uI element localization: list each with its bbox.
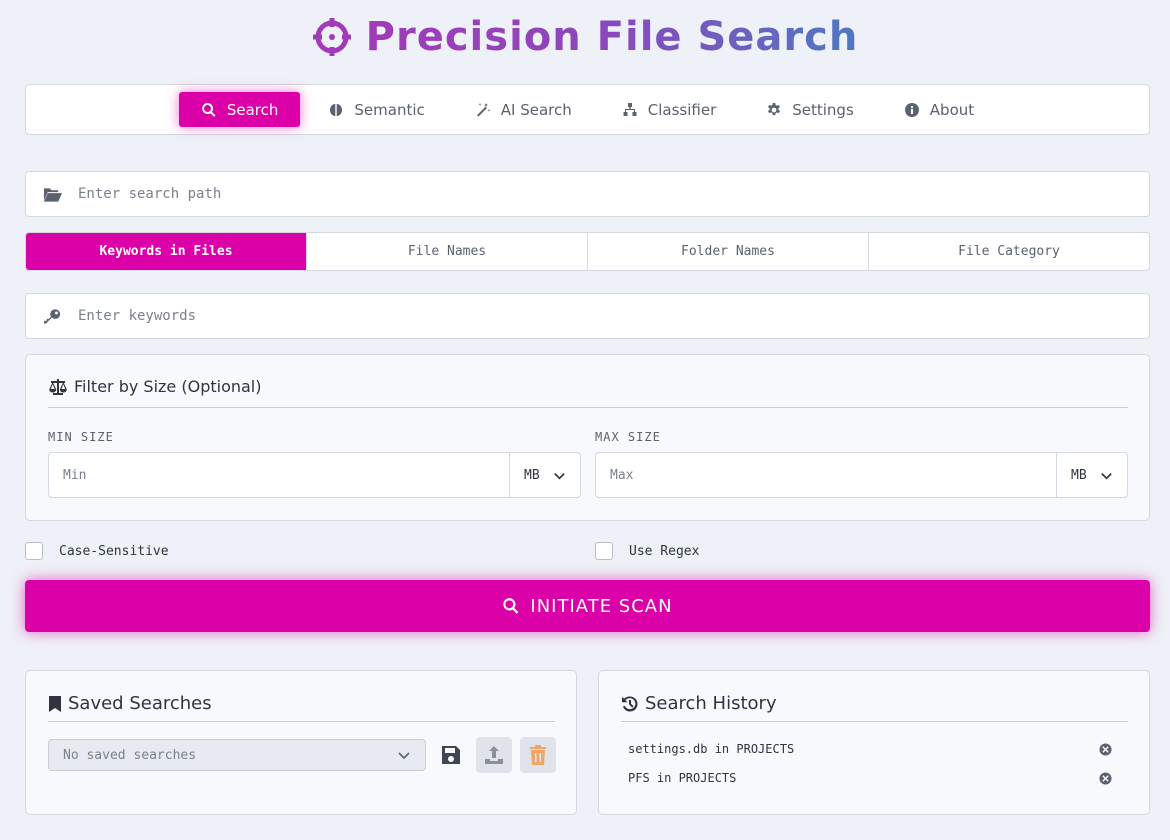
trash-icon: [530, 745, 546, 765]
initiate-scan-button[interactable]: INITIATE SCAN: [25, 580, 1150, 632]
saved-searches-value: No saved searches: [63, 747, 197, 763]
crosshair-icon: [312, 18, 351, 56]
size-filter-title: Filter by Size (Optional): [74, 377, 262, 396]
tab-classifier[interactable]: Classifier: [600, 92, 738, 127]
main-nav: Search Semantic AI Search Classifier Set…: [25, 84, 1150, 135]
mode-folder-names[interactable]: Folder Names: [587, 233, 868, 270]
sitemap-icon: [623, 102, 637, 116]
max-size-unit-value: MB: [1071, 467, 1087, 483]
history-item-label: PFS in PROJECTS: [628, 771, 737, 785]
info-icon: [904, 102, 919, 117]
remove-circle-icon[interactable]: [1099, 771, 1112, 785]
tab-settings-label: Settings: [792, 100, 854, 119]
search-icon: [202, 102, 216, 117]
bookmark-icon: [49, 695, 61, 712]
folder-open-icon: [43, 187, 62, 202]
initiate-scan-label: INITIATE SCAN: [530, 595, 673, 617]
divider: [48, 721, 555, 722]
mode-keywords-in-files[interactable]: Keywords in Files: [26, 233, 306, 270]
history-item[interactable]: settings.db in PROJECTS: [628, 742, 1112, 756]
use-regex-checkbox[interactable]: [595, 542, 613, 560]
size-filter-card: Filter by Size (Optional) MIN SIZE MB MA…: [25, 354, 1150, 521]
magic-wand-icon: [476, 102, 491, 117]
history-item[interactable]: PFS in PROJECTS: [628, 771, 1112, 785]
tab-semantic-label: Semantic: [354, 100, 425, 119]
delete-search-button[interactable]: [520, 737, 556, 773]
min-size-unit-select[interactable]: MB: [509, 453, 580, 497]
search-history-heading: Search History: [621, 693, 777, 714]
search-history-title: Search History: [645, 693, 777, 714]
tab-settings[interactable]: Settings: [744, 92, 876, 127]
min-size-label: MIN SIZE: [48, 430, 114, 444]
keywords-input[interactable]: [78, 308, 1149, 324]
balance-scale-icon: [49, 378, 67, 395]
search-history-card: Search History settings.db in PROJECTS P…: [598, 670, 1150, 815]
saved-searches-title: Saved Searches: [68, 693, 212, 714]
min-size-input[interactable]: [49, 453, 509, 497]
chevron-down-icon: [1101, 472, 1112, 479]
tab-semantic[interactable]: Semantic: [306, 92, 446, 127]
save-search-button[interactable]: [433, 737, 469, 773]
saved-searches-card: Saved Searches No saved searches: [25, 670, 577, 815]
use-regex-label: Use Regex: [629, 543, 700, 559]
case-sensitive-checkbox[interactable]: [25, 542, 43, 560]
case-sensitive-option[interactable]: Case-Sensitive: [25, 542, 169, 560]
case-sensitive-label: Case-Sensitive: [59, 543, 169, 559]
tab-about-label: About: [929, 100, 975, 119]
app-header: Precision File Search: [0, 14, 1170, 60]
search-icon: [503, 598, 519, 614]
tab-ai-search-label: AI Search: [500, 100, 572, 119]
search-mode-tabs: Keywords in Files File Names Folder Name…: [25, 232, 1150, 271]
saved-searches-heading: Saved Searches: [48, 693, 212, 714]
mode-file-names[interactable]: File Names: [306, 233, 587, 270]
floppy-disk-icon: [442, 746, 460, 764]
saved-searches-select[interactable]: No saved searches: [48, 739, 426, 771]
max-size-group: MB: [595, 452, 1128, 498]
size-filter-heading: Filter by Size (Optional): [48, 377, 261, 396]
chevron-down-icon: [398, 752, 410, 760]
app-title: Precision File Search: [365, 14, 859, 60]
tab-classifier-label: Classifier: [647, 100, 717, 119]
remove-circle-icon[interactable]: [1099, 742, 1112, 756]
max-size-input[interactable]: [596, 453, 1056, 497]
use-regex-option[interactable]: Use Regex: [595, 542, 699, 560]
min-size-unit-value: MB: [524, 467, 540, 483]
min-size-group: MB: [48, 452, 581, 498]
max-size-label: MAX SIZE: [595, 430, 661, 444]
tab-search[interactable]: Search: [178, 92, 301, 127]
gear-icon: [768, 102, 781, 115]
tab-about[interactable]: About: [882, 92, 996, 127]
tab-ai-search[interactable]: AI Search: [453, 92, 594, 127]
divider: [48, 407, 1128, 408]
upload-icon: [485, 746, 503, 764]
keywords-field: [25, 293, 1150, 339]
key-icon: [43, 308, 60, 324]
max-size-unit-select[interactable]: MB: [1056, 453, 1127, 497]
search-path-field: [25, 171, 1150, 217]
chevron-down-icon: [554, 472, 565, 479]
export-searches-button[interactable]: [476, 737, 512, 773]
mode-file-category[interactable]: File Category: [868, 233, 1149, 270]
tab-search-label: Search: [226, 100, 279, 119]
brain-icon: [330, 103, 343, 116]
history-icon: [622, 695, 638, 711]
search-path-input[interactable]: [78, 186, 1149, 202]
history-item-label: settings.db in PROJECTS: [628, 742, 795, 756]
divider: [621, 721, 1128, 722]
